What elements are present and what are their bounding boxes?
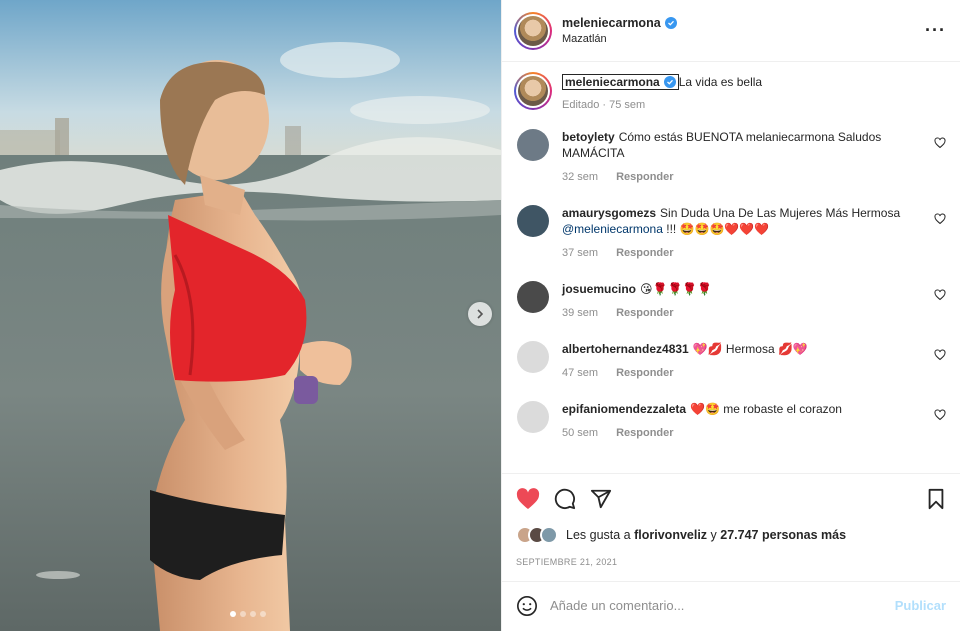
post-actions: Les gusta a florivonveliz y 27.747 perso… <box>502 473 960 631</box>
likes-count[interactable]: 27.747 personas más <box>720 528 846 542</box>
carousel-dots <box>230 611 266 617</box>
commenter-avatar[interactable] <box>517 129 549 161</box>
comment-text: ❤️🤩 me robaste el corazon <box>690 402 842 416</box>
carousel-dot <box>260 611 266 617</box>
comment-text: Sin Duda Una De Las Mujeres Más Hermosa <box>660 206 901 220</box>
comment-time[interactable]: 37 sem <box>562 245 598 261</box>
beach-photo-illustration <box>0 0 501 631</box>
comment-like-heart-icon[interactable] <box>934 137 946 152</box>
post-caption: meleniecarmona La vida es bella Editado … <box>514 72 946 111</box>
comment-item: albertohernandez4831 💖💋 Hermosa 💋💖 47 sem… <box>514 341 946 381</box>
comment-text-suffix: !!! <box>662 222 680 236</box>
comment-item: josuemucino 😘🌹🌹🌹🌹 39 sem Responder <box>514 281 946 321</box>
comment-mention[interactable]: @meleniecarmona <box>562 222 663 236</box>
comment-item: amaurysgomezs Sin Duda Una De Las Mujeres… <box>514 205 946 261</box>
publish-button[interactable]: Publicar <box>895 598 946 613</box>
bookmark-icon[interactable] <box>926 488 946 510</box>
liker-username[interactable]: florivonveliz <box>634 528 707 542</box>
carousel-dot <box>240 611 246 617</box>
reply-button[interactable]: Responder <box>616 305 673 321</box>
chevron-right-icon <box>477 309 484 319</box>
instagram-post-modal: meleniecarmona Mazatlán ··· meleniecarmo <box>0 0 960 631</box>
commenter-username[interactable]: albertohernandez4831 <box>562 342 689 356</box>
verified-badge-icon <box>663 76 676 88</box>
author-username[interactable]: meleniecarmona <box>562 16 661 30</box>
comment-like-heart-icon[interactable] <box>934 349 946 364</box>
caption-meta: Editado · 75 sem <box>562 99 646 111</box>
reply-button[interactable]: Responder <box>616 425 673 441</box>
author-avatar[interactable] <box>514 11 552 50</box>
commenter-avatar[interactable] <box>517 401 549 433</box>
comments-list[interactable]: meleniecarmona La vida es bella Editado … <box>502 62 960 473</box>
share-icon[interactable] <box>590 488 612 510</box>
post-header: meleniecarmona Mazatlán ··· <box>502 0 960 62</box>
carousel-dot <box>250 611 256 617</box>
more-options-icon[interactable]: ··· <box>925 20 946 41</box>
comment-item: epifaniomendezzaleta ❤️🤩 me robaste el co… <box>514 401 946 441</box>
caption-text: La vida es bella <box>678 75 763 89</box>
post-side-panel: meleniecarmona Mazatlán ··· meleniecarmo <box>501 0 960 631</box>
commenter-avatar[interactable] <box>517 341 549 373</box>
post-photo[interactable] <box>0 0 501 631</box>
reply-button[interactable]: Responder <box>616 245 673 261</box>
comment-time[interactable]: 50 sem <box>562 425 598 441</box>
add-comment-bar: Publicar <box>502 581 960 629</box>
likes-prefix: Les gusta a <box>566 528 631 542</box>
commenter-username[interactable]: josuemucino <box>562 282 636 296</box>
comment-time[interactable]: 39 sem <box>562 305 598 321</box>
caption-username[interactable]: meleniecarmona <box>565 75 660 89</box>
commenter-username[interactable]: betoylety <box>562 130 615 144</box>
comment-emoji: 🤩🤩🤩❤️❤️❤️ <box>679 222 770 236</box>
commenter-avatar[interactable] <box>517 205 549 237</box>
comment-text: 💖💋 Hermosa 💋💖 <box>692 342 808 356</box>
likers-avatars[interactable] <box>516 526 558 544</box>
comment-input[interactable] <box>550 598 895 613</box>
comment-emoji: 😘🌹🌹🌹🌹 <box>640 282 713 296</box>
commenter-username[interactable]: epifaniomendezzaleta <box>562 402 686 416</box>
likes-summary: Les gusta a florivonveliz y 27.747 perso… <box>516 526 946 544</box>
verified-badge-icon <box>664 17 677 29</box>
comment-item: betoylety Cómo estás BUENOTA melaniecarmo… <box>514 129 946 185</box>
comment-time[interactable]: 32 sem <box>562 169 598 185</box>
comment-like-heart-icon[interactable] <box>934 213 946 228</box>
emoji-icon[interactable] <box>516 595 538 617</box>
comment-time[interactable]: 47 sem <box>562 365 598 381</box>
caption-author-avatar[interactable] <box>514 72 552 110</box>
next-photo-button[interactable] <box>468 302 492 326</box>
commenter-avatar[interactable] <box>517 281 549 313</box>
carousel-dot <box>230 611 236 617</box>
heart-filled-icon[interactable] <box>516 488 540 510</box>
commenter-username[interactable]: amaurysgomezs <box>562 206 656 220</box>
post-location[interactable]: Mazatlán <box>562 33 925 45</box>
likes-middle: y <box>710 528 717 542</box>
post-date[interactable]: SEPTIEMBRE 21, 2021 <box>516 557 946 567</box>
comment-like-heart-icon[interactable] <box>934 289 946 304</box>
comment-icon[interactable] <box>554 488 576 510</box>
reply-button[interactable]: Responder <box>616 365 673 381</box>
comment-like-heart-icon[interactable] <box>934 409 946 424</box>
reply-button[interactable]: Responder <box>616 169 673 185</box>
